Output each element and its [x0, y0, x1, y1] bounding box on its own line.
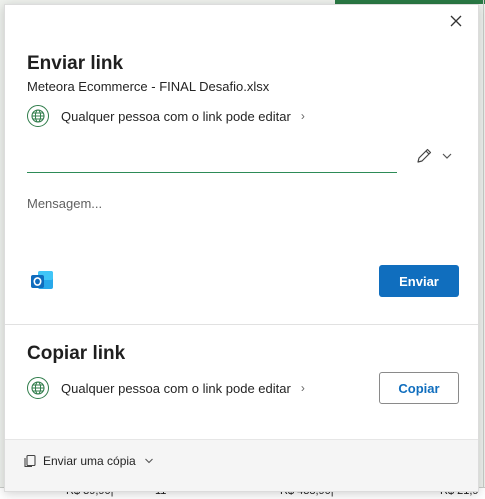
dialog-footer: Enviar uma cópia [5, 439, 478, 491]
copy-permission-label: Qualquer pessoa com o link pode editar [61, 380, 291, 396]
globe-icon [27, 105, 49, 127]
chevron-right-icon: › [300, 109, 305, 123]
outlook-icon[interactable] [29, 267, 55, 293]
send-permission-setting[interactable]: Qualquer pessoa com o link pode editar › [27, 105, 305, 127]
copy-button[interactable]: Copiar [379, 372, 459, 404]
file-name: Meteora Ecommerce - FINAL Desafio.xlsx [27, 79, 270, 94]
grid-line [483, 0, 484, 499]
send-link-title: Enviar link [27, 53, 124, 74]
recipient-input[interactable] [27, 149, 397, 173]
copy-document-icon [24, 454, 36, 468]
send-copy-label: Enviar uma cópia [43, 454, 136, 468]
message-input[interactable] [27, 193, 457, 213]
send-link-section: Enviar link Meteora Ecommerce - FINAL De… [5, 5, 478, 325]
send-copy-button[interactable]: Enviar uma cópia [23, 454, 154, 468]
chevron-right-icon: › [300, 381, 305, 395]
copy-permission-setting[interactable]: Qualquer pessoa com o link pode editar › [27, 377, 305, 399]
send-permission-label: Qualquer pessoa com o link pode editar [61, 108, 291, 124]
section-divider [5, 324, 478, 325]
chevron-down-icon [442, 153, 452, 159]
globe-icon [27, 377, 49, 399]
send-button[interactable]: Enviar [379, 265, 459, 297]
pencil-icon [417, 148, 432, 163]
copy-link-title: Copiar link [27, 343, 126, 364]
edit-permission-dropdown[interactable] [415, 147, 453, 165]
share-dialog: Enviar link Meteora Ecommerce - FINAL De… [4, 4, 479, 492]
chevron-down-icon [144, 458, 153, 464]
